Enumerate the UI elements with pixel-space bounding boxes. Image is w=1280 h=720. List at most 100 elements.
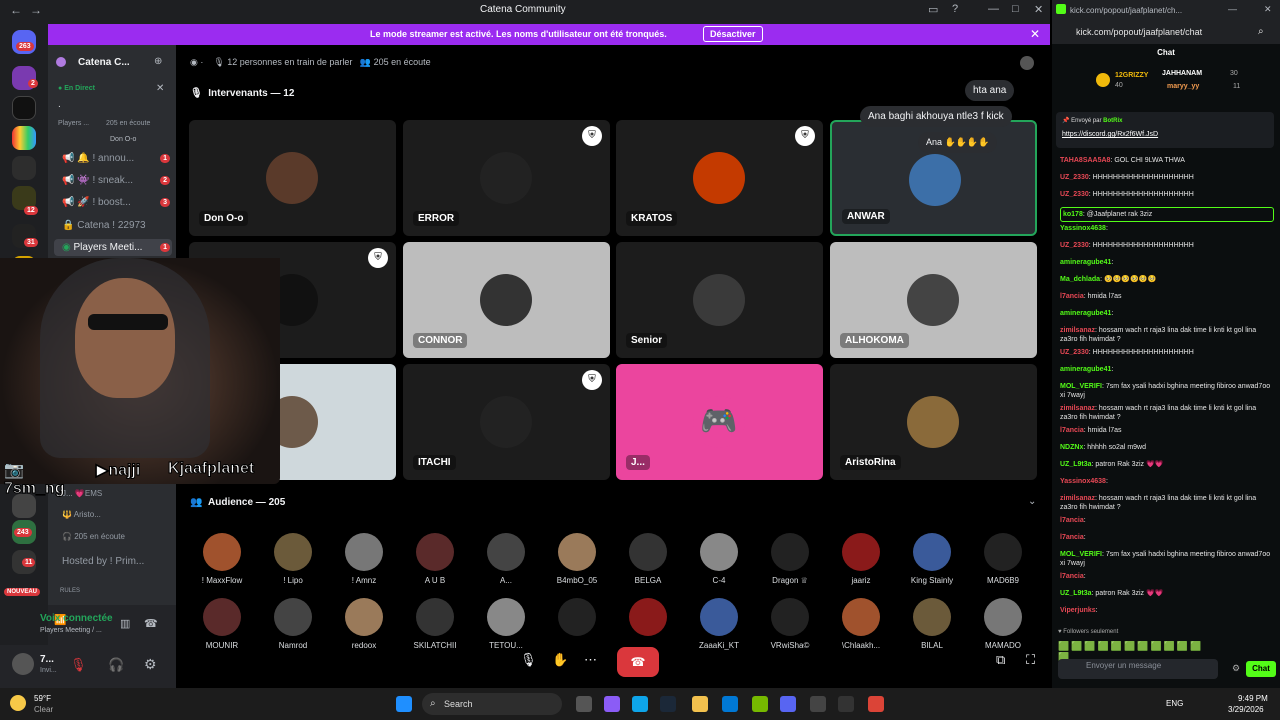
chat-message[interactable]: zimilsanaz: hossam wach rt raja3 lina da… — [1060, 494, 1274, 512]
audience-member[interactable]: VRwiSha© — [760, 598, 820, 650]
audience-member[interactable]: ! MaxxFlow — [192, 533, 252, 585]
channel-sneak[interactable]: 📢 👾 ! sneak... — [62, 175, 133, 186]
chat-username[interactable]: zimilsanaz — [1060, 327, 1095, 334]
voice-channel-label[interactable]: Players Meeting / ... — [40, 627, 102, 634]
audience-member[interactable]: BILAL — [902, 598, 962, 650]
server-name[interactable]: Catena C... — [78, 57, 130, 68]
chat-message[interactable]: UZ_L9t3a: patron Rak 3ziz 💗💗 — [1060, 589, 1274, 598]
speaker-tile[interactable]: CONNOR — [403, 242, 610, 358]
chat-username[interactable]: Ma_dchlada — [1060, 276, 1100, 283]
chat-message[interactable]: zimilsanaz: hossam wach rt raja3 lina da… — [1060, 326, 1274, 344]
chat-input[interactable]: Envoyer un message — [1058, 659, 1218, 679]
speaker-tile[interactable]: ITACHI ⛨ — [403, 364, 610, 480]
chat-username[interactable]: l7ancia — [1060, 293, 1084, 300]
chat-send-button[interactable]: Chat — [1246, 661, 1276, 677]
chat-message[interactable]: UZ_2330: HHHHHHHHHHHHHHHHHHHH — [1060, 348, 1274, 357]
minimize-icon[interactable]: — — [988, 3, 999, 15]
raise-hand-icon[interactable]: ✋ — [552, 652, 568, 668]
close-icon[interactable]: ✕ — [1264, 4, 1272, 15]
chat-message[interactable]: TAHA8SAA5A8: GOL CHI 9LWA THWA — [1060, 156, 1274, 165]
chat-message[interactable]: Yassinox4638: — [1060, 224, 1274, 233]
chat-message[interactable]: Yassinox4638: — [1060, 477, 1274, 486]
chat-username[interactable]: amineragube41 — [1060, 310, 1111, 317]
taskbar-search[interactable]: ⌕ Search — [422, 693, 562, 715]
leave-call-button[interactable]: ☎ — [617, 647, 659, 677]
chat-message[interactable]: UZ_L9t3a: patron Rak 3ziz 💗💗 — [1060, 460, 1274, 469]
nvidia-icon[interactable] — [752, 696, 768, 712]
chat-username[interactable]: Viperjunks — [1060, 607, 1096, 614]
headphones-icon[interactable]: 🎧 — [108, 657, 124, 673]
chat-message[interactable]: MOL_VERIFI: 7sm fax ysali hadxi bghina m… — [1060, 382, 1274, 400]
chat-message[interactable]: l7ancia: — [1060, 572, 1274, 581]
speaker-tile[interactable]: ERROR ⛨ — [403, 120, 610, 236]
chat-username[interactable]: l7ancia — [1060, 427, 1084, 434]
audience-member[interactable]: jaariz — [831, 533, 891, 585]
audience-member[interactable]: ! Amnz — [334, 533, 394, 585]
audience-member[interactable]: SKILATCHII — [405, 598, 465, 650]
pinned-message[interactable]: 📌 Envoyé par BotRix https://discord.gg/R… — [1056, 112, 1274, 148]
edge-icon[interactable] — [632, 696, 648, 712]
chat-message[interactable]: Viperjunks: — [1060, 606, 1274, 615]
voice-member[interactable]: 🔱 Aristo... — [62, 510, 101, 519]
speaker-tile[interactable]: 🎮 J... — [616, 364, 823, 480]
audience-member[interactable]: ZaaaKi_KT — [689, 598, 749, 650]
chat-username[interactable]: Yassinox4638 — [1060, 478, 1106, 485]
chat-username[interactable]: l7ancia — [1060, 534, 1084, 541]
speaker-tile[interactable]: ALHOKOMA — [830, 242, 1037, 358]
chat-message[interactable]: zimilsanaz: hossam wach rt raja3 lina da… — [1060, 404, 1274, 422]
audience-member[interactable]: A U B — [405, 533, 465, 585]
chat-message[interactable]: amineragube41: — [1060, 309, 1274, 318]
chat-message[interactable]: amineragube41: — [1060, 365, 1274, 374]
chat-username[interactable]: UZ_2330 — [1060, 191, 1089, 198]
audience-member[interactable]: ! Lipo — [263, 533, 323, 585]
audience-member[interactable]: TETOU... — [476, 598, 536, 650]
speaker-tile[interactable]: AristoRina — [830, 364, 1037, 480]
audience-member[interactable]: \Chlaakh... — [831, 598, 891, 650]
chat-message[interactable]: l7ancia: hmida l7as — [1060, 292, 1274, 301]
disable-streamer-button[interactable]: Désactiver — [703, 26, 763, 42]
live-close-icon[interactable]: ✕ — [156, 83, 164, 94]
app-icon[interactable] — [810, 696, 826, 712]
chat-message[interactable]: Ma_dchlada: 🥺🥺🥺🥺🥺🥺 — [1060, 275, 1274, 284]
clock-time[interactable]: 9:49 PM — [1238, 694, 1268, 703]
close-icon[interactable]: ✕ — [1034, 3, 1043, 16]
chat-username[interactable]: zimilsanaz — [1060, 495, 1095, 502]
audience-member[interactable]: C-4 — [689, 533, 749, 585]
server-icon[interactable] — [12, 156, 36, 180]
chat-message[interactable]: amineragube41: — [1060, 258, 1274, 267]
rules-category[interactable]: RULES — [60, 588, 80, 594]
search-icon[interactable]: ⌕ — [1258, 26, 1264, 37]
audience-member[interactable] — [547, 598, 607, 641]
chat-username[interactable]: UZ_2330 — [1060, 242, 1089, 249]
chat-username[interactable]: NDZNx — [1060, 444, 1083, 451]
fullscreen-icon[interactable]: ⛶ — [1026, 652, 1035, 668]
audience-member[interactable]: King Stainly — [902, 533, 962, 585]
chat-username[interactable]: MOL_VERIFI — [1060, 551, 1102, 558]
server-icon[interactable] — [12, 126, 36, 150]
chat-username[interactable]: amineragube41 — [1060, 259, 1111, 266]
audience-member[interactable]: MAD6B9 — [973, 533, 1033, 585]
avatar[interactable] — [1020, 56, 1034, 70]
more-options-icon[interactable]: ⋯ — [584, 652, 597, 668]
audience-member[interactable] — [618, 598, 678, 641]
maximize-icon[interactable]: □ — [1012, 3, 1019, 15]
help-icon[interactable]: ? — [952, 3, 958, 15]
task-view-icon[interactable] — [576, 696, 592, 712]
address-bar[interactable]: kick.com/popout/jaafplanet/chat ⌕ — [1052, 22, 1280, 44]
chat-username[interactable]: UZ_L9t3a — [1060, 590, 1092, 597]
store-icon[interactable] — [722, 696, 738, 712]
audience-member[interactable]: redoox — [334, 598, 394, 650]
audience-member[interactable]: MAMADO — [973, 598, 1033, 650]
mute-icon[interactable]: 🎙 — [520, 652, 537, 668]
chat-username[interactable]: MOL_VERIFI — [1060, 383, 1102, 390]
noise-suppression-icon[interactable]: ▥ — [120, 617, 130, 630]
audience-member[interactable]: Namrod — [263, 598, 323, 650]
chat-username[interactable]: l7ancia — [1060, 573, 1084, 580]
copilot-icon[interactable] — [604, 696, 620, 712]
speaker-tile[interactable]: Don O-o — [189, 120, 396, 236]
chat-message[interactable]: ko178: @Jaafplanet rak 3ziz — [1060, 207, 1274, 222]
chat-username[interactable]: UZ_2330 — [1060, 349, 1089, 356]
chat-message[interactable]: l7ancia: hmida l7as — [1060, 426, 1274, 435]
speaker-tile[interactable]: KRATOS ⛨ — [616, 120, 823, 236]
steam-icon[interactable] — [660, 696, 676, 712]
